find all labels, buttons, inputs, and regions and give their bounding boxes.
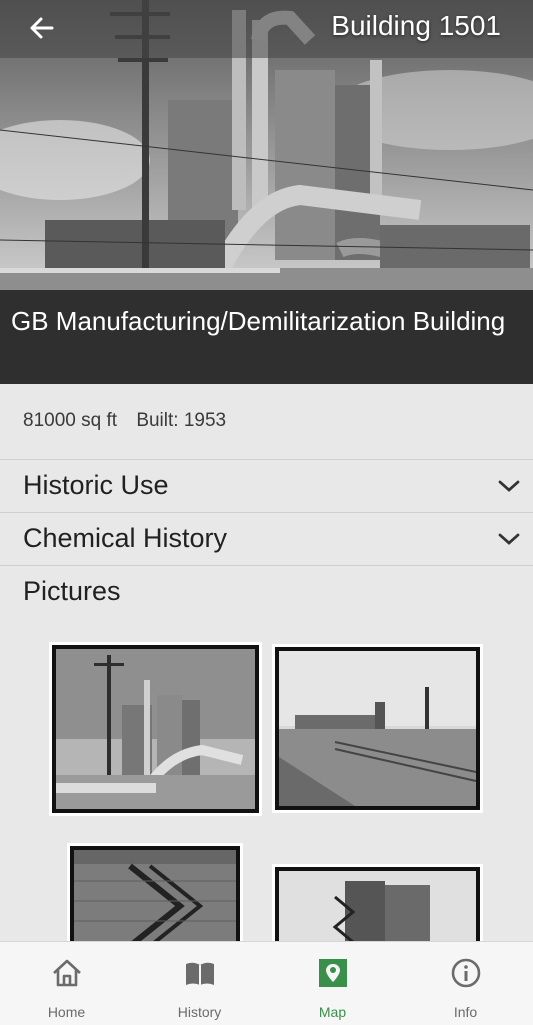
nav-label: Info [453,1004,478,1020]
section-pictures: Pictures [0,565,533,618]
arrow-left-icon [30,17,54,39]
top-app-bar: Building 1501 [0,0,533,58]
building-name: GB Manufacturing/Demilitarization Buildi… [11,306,506,336]
map-marker-icon [318,959,347,987]
back-button[interactable] [22,8,62,48]
nav-label: History [177,1004,222,1020]
home-icon [52,959,81,987]
tower-building-photo [279,871,476,947]
building-meta: 81000 sq ft Built: 1953 [23,410,240,432]
fire-escape-photo [74,850,236,946]
building-name-band: GB Manufacturing/Demilitarization Buildi… [0,290,533,384]
nav-info[interactable]: Info [399,942,532,1025]
section-chemical-history[interactable]: Chemical History [0,512,533,565]
plant-towers-photo [56,649,255,809]
building-built-year: Built: 1953 [136,410,227,431]
info-icon [451,958,480,988]
rail-yard-photo [279,651,477,806]
nav-label: Map [318,1004,347,1020]
photo-thumbnail-1[interactable] [52,645,259,813]
book-icon [185,962,214,985]
nav-map[interactable]: Map [266,942,399,1025]
building-area: 81000 sq ft [23,410,118,431]
section-label: Pictures [23,576,121,606]
bottom-navigation: Home History Map Info [0,941,533,1025]
chevron-down-icon [498,533,520,545]
hero-photo: Building 1501 [0,0,533,290]
photo-thumbnail-4[interactable] [275,867,480,947]
nav-home[interactable]: Home [0,942,133,1025]
section-label: Chemical History [23,523,228,553]
nav-label: Home [47,1004,86,1020]
section-historic-use[interactable]: Historic Use [0,459,533,512]
photo-thumbnail-3[interactable] [70,846,240,946]
section-label: Historic Use [23,470,169,500]
photo-thumbnail-2[interactable] [275,647,480,810]
building-number-title: Building 1501 [331,10,501,41]
nav-history[interactable]: History [133,942,266,1025]
chevron-down-icon [498,480,520,492]
